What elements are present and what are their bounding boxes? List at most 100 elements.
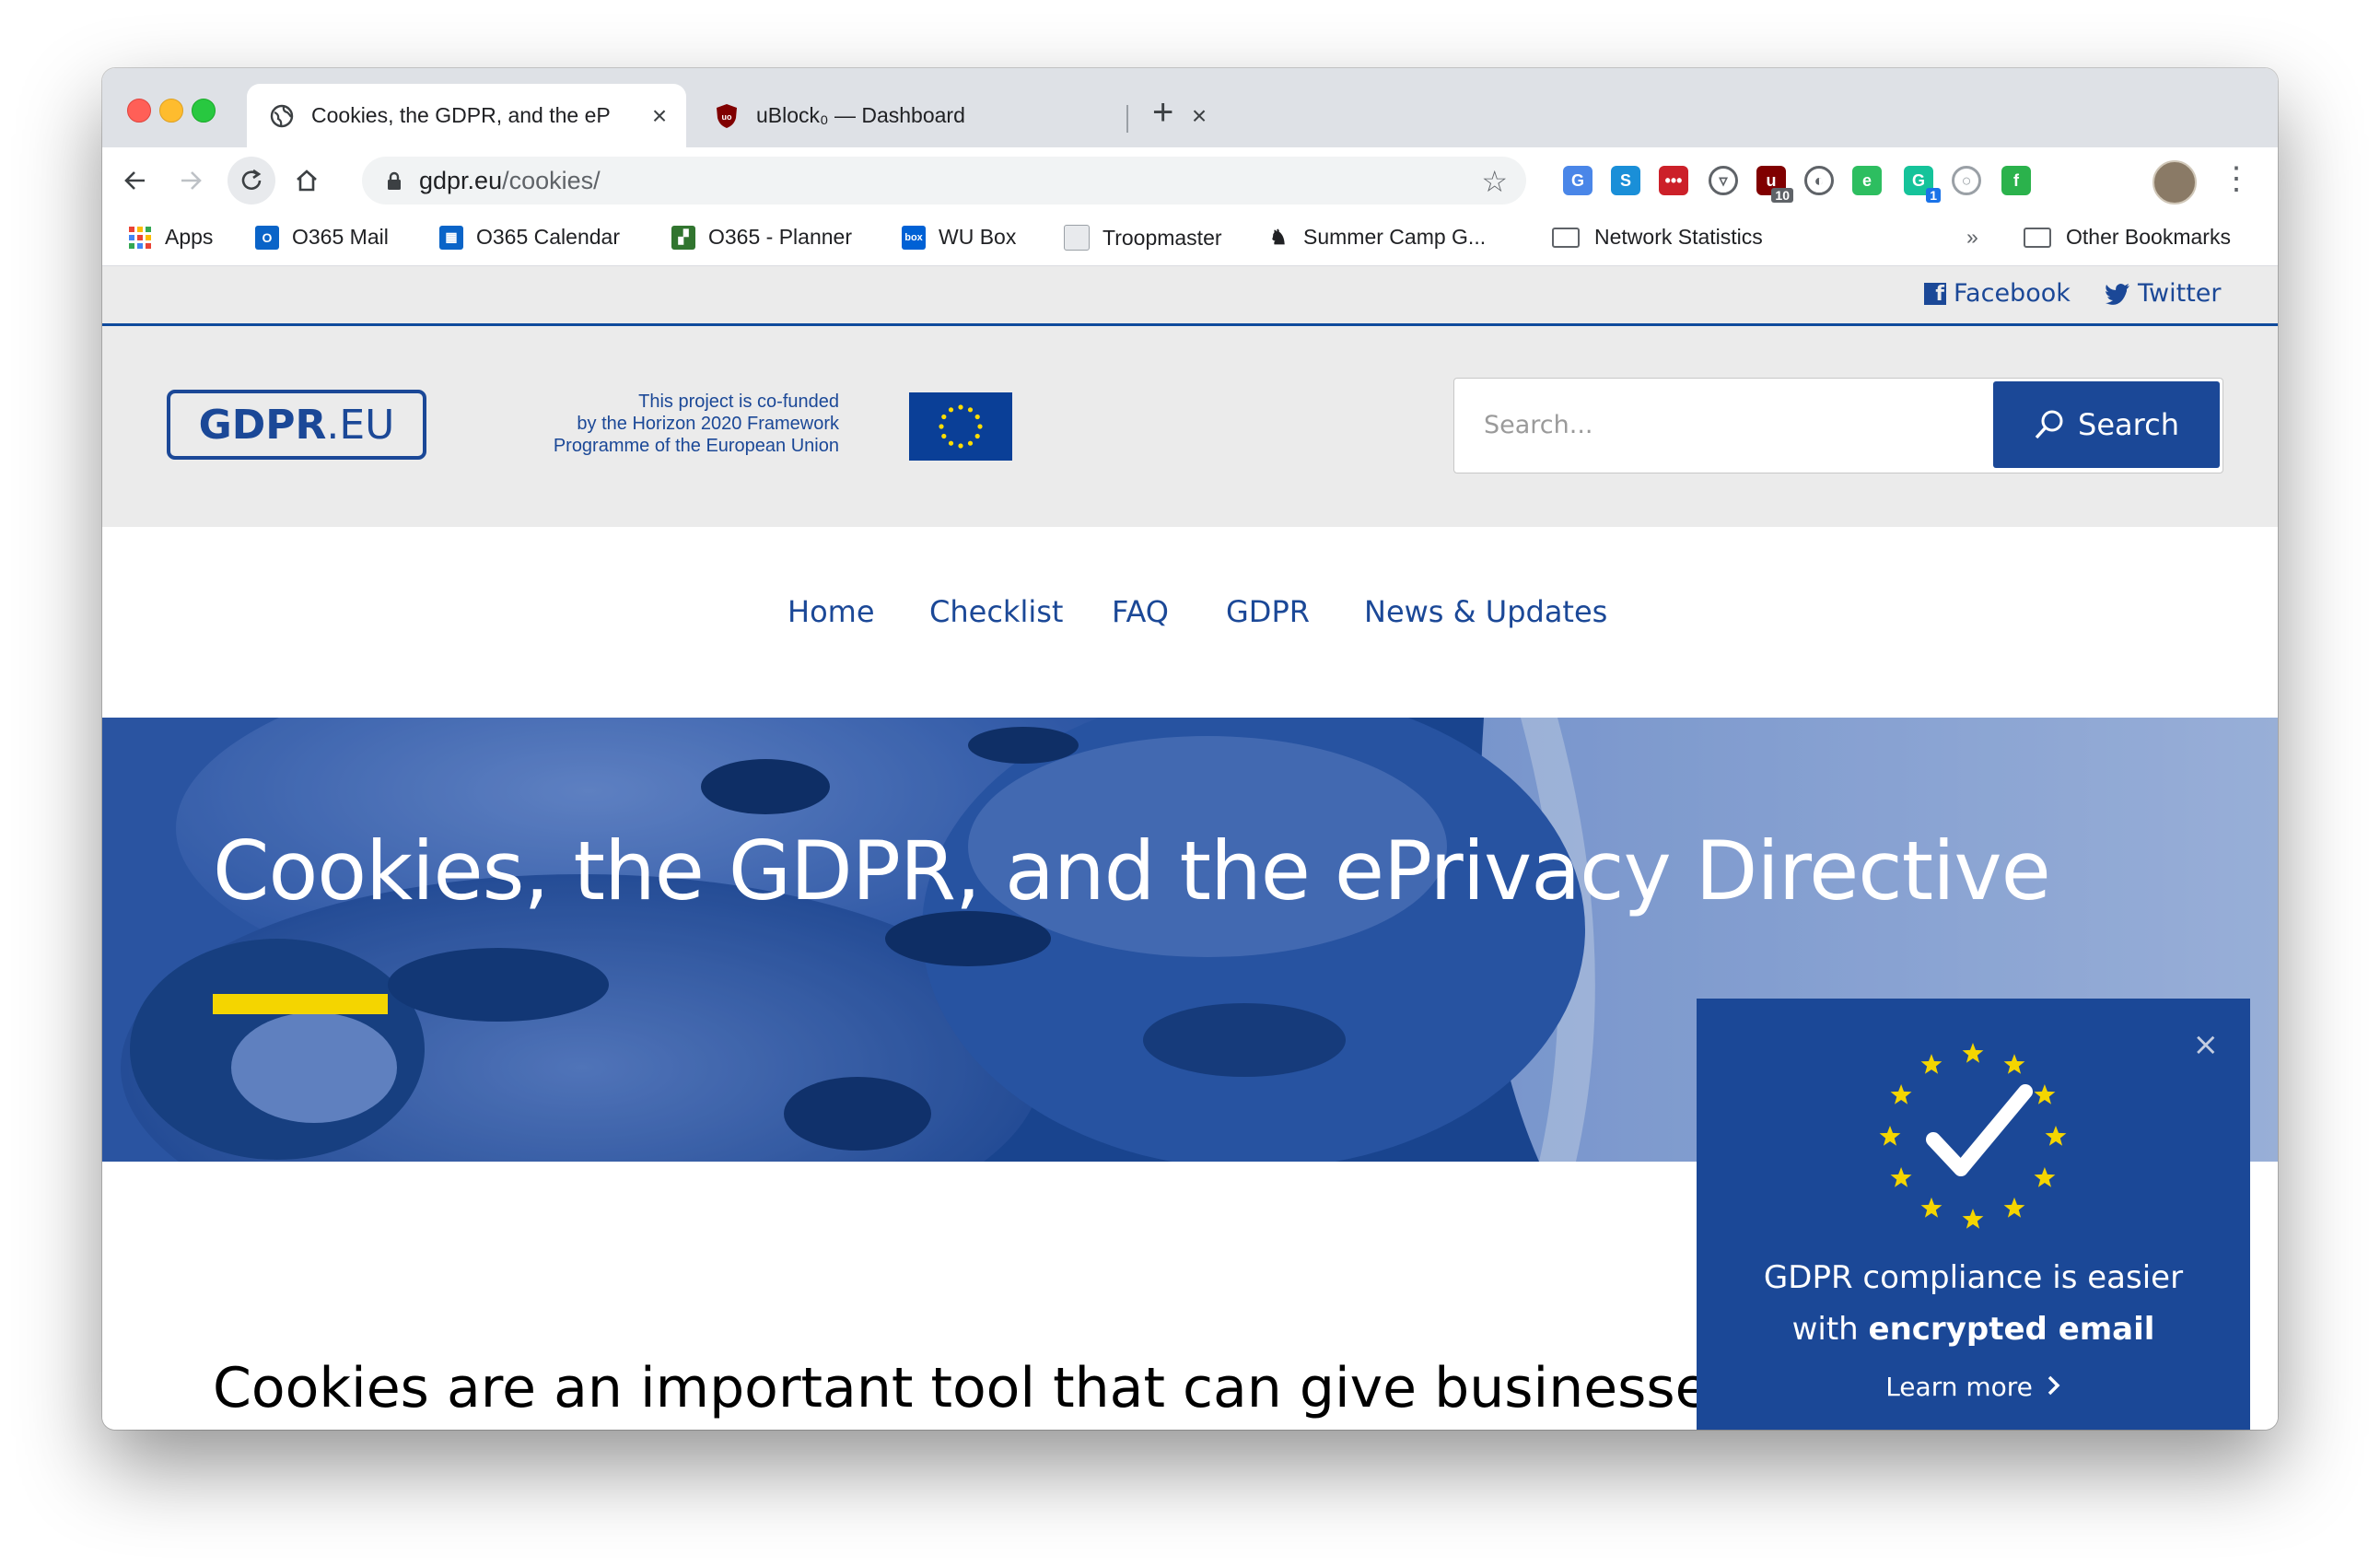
ublock-icon[interactable]: u 10 — [1756, 166, 1793, 203]
tab-bar: Cookies, the GDPR, and the eP × uo uBloc… — [102, 68, 2278, 147]
bookmark-label: Troopmaster — [1102, 225, 1222, 250]
other-bookmarks-label: Other Bookmarks — [2066, 225, 2231, 249]
gdpr-eu-logo[interactable]: GDPR .EU — [167, 390, 426, 460]
bookmark-summer-camp[interactable]: ♞ Summer Camp G... — [1266, 225, 1486, 250]
search-icon — [2035, 410, 2063, 439]
back-button[interactable] — [115, 160, 156, 201]
tab-cookies[interactable]: Cookies, the GDPR, and the eP × — [247, 84, 686, 147]
lastpass-icon[interactable]: ••• — [1659, 166, 1688, 195]
popup-close-icon[interactable]: × — [2193, 1026, 2220, 1063]
browser-window: Cookies, the GDPR, and the eP × uo uBloc… — [102, 68, 2278, 1430]
nav-news-updates[interactable]: News & Updates — [1364, 594, 1607, 629]
nav-home[interactable]: Home — [788, 594, 875, 629]
eu-star-icon — [1962, 1209, 1984, 1229]
dark-reader-icon[interactable]: ◐ — [1804, 166, 1834, 195]
eu-star-icon — [1962, 1043, 1984, 1063]
chevron-right-icon — [2048, 1375, 2060, 1396]
skype-icon[interactable]: S — [1611, 166, 1640, 195]
eu-checkmark-icon — [1879, 1043, 2067, 1229]
bookmark-troopmaster[interactable]: Troopmaster — [1064, 225, 1222, 251]
zoom-window-button[interactable] — [192, 99, 216, 123]
toolbar: gdpr.eu/cookies/ ☆ G S ••• ▿ u 10 ◐ e G 1 ○ f ⋮ — [102, 147, 2278, 214]
hero-underline — [213, 994, 388, 1014]
pocket-icon[interactable]: ▿ — [1709, 166, 1738, 195]
bookmark-apps[interactable]: Apps — [128, 225, 213, 250]
folder-icon — [2024, 227, 2051, 248]
cofund-notice: This project is co-funded by the Horizon… — [471, 391, 839, 457]
hero-title: Cookies, the GDPR, and the ePrivacy Dire… — [213, 824, 2051, 918]
search-button[interactable]: Search — [1993, 381, 2220, 468]
popup-line2-prefix: with — [1791, 1311, 1869, 1348]
close-window-button[interactable] — [127, 99, 151, 123]
social-bar: f Facebook Twitter — [102, 266, 2278, 326]
popup-line2-bold: encrypted email — [1868, 1311, 2155, 1348]
eu-star-icon — [2045, 1126, 2067, 1146]
more-menu-icon[interactable]: ⋮ — [2221, 158, 2252, 199]
address-bar[interactable]: gdpr.eu/cookies/ ☆ — [362, 157, 1526, 205]
folder-icon — [1552, 227, 1580, 248]
bookmark-o365-calendar[interactable]: ▦ O365 Calendar — [439, 225, 620, 250]
tab-close-icon[interactable]: × — [1185, 101, 1213, 131]
encrypted-email-popup: × GDPR compliance is easier with encrypt… — [1697, 999, 2250, 1430]
bookmark-o365-planner[interactable]: ▞ O365 - Planner — [671, 225, 852, 250]
extension-badge: 1 — [1926, 188, 1941, 203]
globe-icon — [269, 103, 295, 129]
eu-star-icon — [1890, 1167, 1912, 1187]
eu-star-icon — [1890, 1084, 1912, 1104]
tab-title: Cookies, the GDPR, and the eP — [311, 103, 611, 127]
search-input[interactable] — [1456, 380, 1990, 469]
twitter-icon — [2106, 283, 2129, 305]
home-button[interactable] — [286, 160, 327, 201]
bookmark-label: O365 Mail — [292, 225, 389, 249]
main-nav: Home Checklist FAQ GDPR News & Updates — [102, 527, 2278, 702]
grammarly-icon[interactable]: G1 — [1904, 166, 1941, 203]
reload-button[interactable] — [228, 157, 275, 205]
eu-star-icon — [2034, 1084, 2056, 1104]
google-translate-icon[interactable]: G — [1563, 166, 1592, 195]
nav-gdpr[interactable]: GDPR — [1226, 594, 1310, 629]
popup-line2: with encrypted email — [1697, 1303, 2250, 1355]
bookmark-label: Summer Camp G... — [1303, 225, 1487, 249]
lock-icon — [388, 171, 401, 190]
tab-ublock[interactable]: uo uBlock₀ — Dashboard × — [692, 84, 1226, 147]
apps-grid-icon — [128, 226, 152, 250]
feedly-icon[interactable]: f — [2001, 166, 2031, 195]
site-header: GDPR .EU This project is co-funded by the… — [102, 326, 2278, 527]
bookmark-wu-box[interactable]: box WU Box — [902, 225, 1016, 250]
logo-light: .EU — [326, 401, 395, 449]
bookmark-star-icon[interactable]: ☆ — [1481, 164, 1508, 199]
bookmark-network-statistics[interactable]: Network Statistics — [1552, 225, 1763, 250]
eu-star-icon — [1920, 1054, 1942, 1074]
new-tab-button[interactable]: + — [1152, 94, 1173, 131]
tab-divider — [1126, 105, 1128, 133]
bookmark-label: WU Box — [939, 225, 1017, 249]
site-search: Search — [1453, 378, 2223, 473]
bookmark-label: Apps — [165, 225, 214, 249]
nav-faq[interactable]: FAQ — [1112, 594, 1169, 629]
learn-more-label: Learn more — [1885, 1372, 2033, 1402]
url-text: gdpr.eu/cookies/ — [419, 167, 601, 195]
nav-checklist[interactable]: Checklist — [929, 594, 1063, 629]
cofund-line: by the Horizon 2020 Framework — [577, 414, 839, 434]
popup-text: GDPR compliance is easier with encrypted… — [1697, 1252, 2250, 1355]
minimize-window-button[interactable] — [159, 99, 183, 123]
bookmark-o365-mail[interactable]: O O365 Mail — [255, 225, 389, 250]
facebook-link[interactable]: f Facebook — [1924, 279, 2071, 308]
eu-star-icon — [2003, 1197, 2025, 1218]
moose-icon: ♞ — [1269, 225, 1288, 249]
bookmarks-overflow-button[interactable]: » — [1966, 225, 1978, 250]
tab-close-icon[interactable]: × — [646, 101, 673, 131]
popup-line1: GDPR compliance is easier — [1763, 1259, 2184, 1296]
learn-more-link[interactable]: Learn more — [1697, 1372, 2250, 1402]
eu-flag-icon — [909, 392, 1012, 461]
arrow-left-icon — [124, 171, 145, 190]
other-bookmarks[interactable]: Other Bookmarks — [2024, 225, 2231, 250]
profile-avatar[interactable] — [2152, 160, 2197, 205]
circle-extension-icon[interactable]: ○ — [1952, 166, 1981, 195]
tab-title: uBlock₀ — Dashboard — [756, 103, 965, 127]
evernote-icon[interactable]: e — [1852, 166, 1882, 195]
forward-button[interactable] — [170, 160, 211, 201]
planner-icon: ▞ — [671, 225, 695, 250]
twitter-link[interactable]: Twitter — [2105, 279, 2222, 308]
arrow-right-icon — [181, 171, 202, 190]
